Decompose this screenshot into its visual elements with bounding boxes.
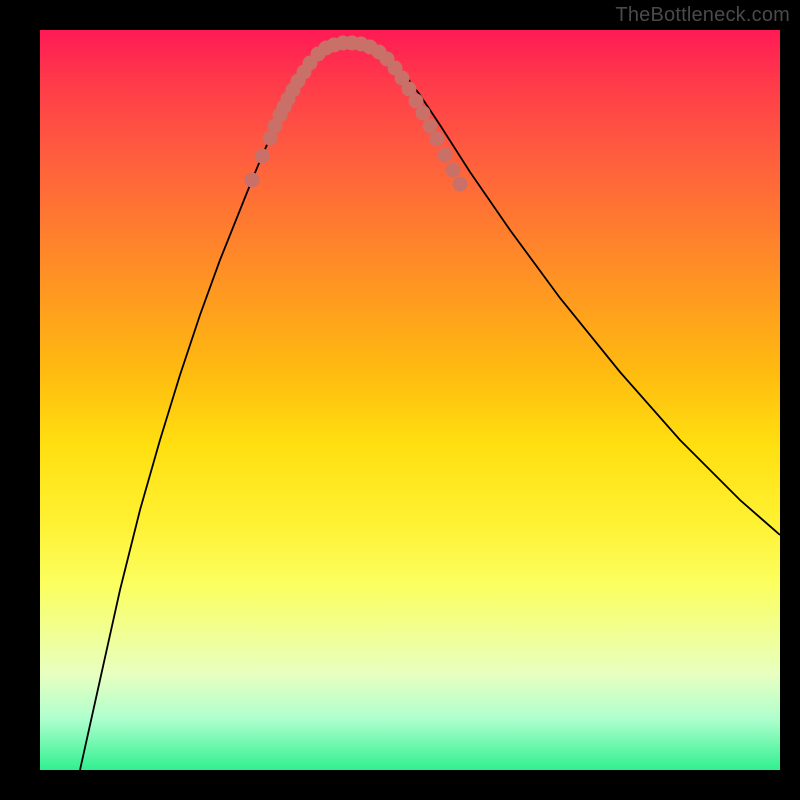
bottleneck-curve	[80, 43, 780, 770]
bead-markers	[245, 36, 467, 191]
bead	[438, 148, 452, 162]
curve-layer	[40, 30, 780, 770]
bead	[416, 106, 430, 120]
bead	[453, 177, 467, 191]
bead	[446, 163, 460, 177]
bead	[255, 149, 269, 163]
plot-area	[40, 30, 780, 770]
bead	[423, 119, 437, 133]
bead	[245, 173, 259, 187]
chart-frame: TheBottleneck.com	[0, 0, 800, 800]
watermark-text: TheBottleneck.com	[615, 4, 790, 27]
bead	[430, 132, 444, 146]
